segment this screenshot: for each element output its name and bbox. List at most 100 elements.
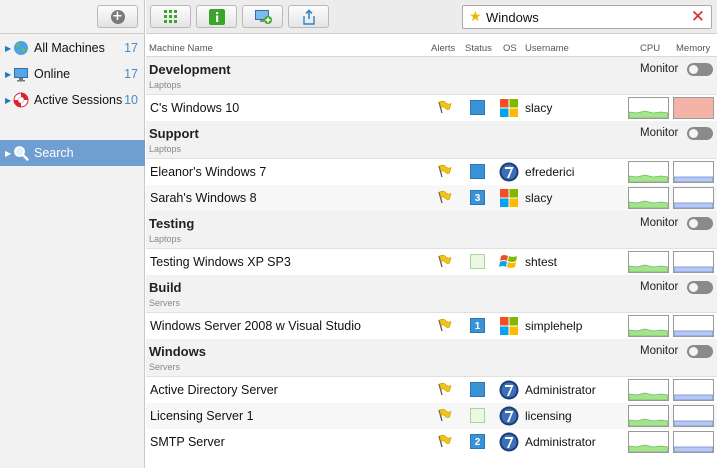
sidebar-item-count: 17: [124, 67, 138, 81]
windows-logo-icon: [500, 317, 518, 335]
group-header[interactable]: Windows Servers Monitor: [146, 339, 717, 377]
table-header: Machine Name Alerts Status OS Username C…: [146, 40, 717, 57]
windows-xp-logo-icon: [499, 255, 517, 268]
monitor-label: Monitor: [640, 127, 679, 139]
group-subtitle: Servers: [149, 362, 181, 372]
share-icon: [302, 8, 315, 25]
group-subtitle: Laptops: [149, 80, 182, 90]
table-row[interactable]: Sarah's Windows 8 3 slacy: [146, 185, 717, 211]
username: slacy: [525, 101, 553, 115]
column-header-memory[interactable]: Memory: [676, 43, 710, 54]
cpu-graph: [628, 315, 669, 337]
username: shtest: [525, 255, 558, 269]
add-screen-button[interactable]: [242, 5, 283, 28]
table-row[interactable]: Windows Server 2008 w Visual Studio 1 simp…: [146, 313, 717, 339]
table-row[interactable]: C's Windows 10 slacy: [146, 95, 717, 121]
toggle-knob: [689, 129, 698, 138]
table-row[interactable]: Active Directory Server Administrator: [146, 377, 717, 403]
monitor-toggle[interactable]: [687, 281, 713, 294]
group-header[interactable]: Testing Laptops Monitor: [146, 211, 717, 249]
flag-icon[interactable]: [436, 318, 452, 332]
flag-icon[interactable]: [436, 100, 452, 114]
expand-arrow-icon[interactable]: ▶: [5, 149, 11, 158]
group-subtitle: Servers: [149, 298, 181, 308]
sidebar-item-search[interactable]: ▶ Search: [0, 140, 145, 166]
expand-arrow-icon[interactable]: ▶: [5, 96, 11, 105]
table-row[interactable]: SMTP Server 2 Administrator: [146, 429, 717, 455]
plus-circle-icon: +: [110, 8, 125, 24]
grid-view-button[interactable]: [150, 5, 191, 28]
grid-icon: [163, 9, 177, 23]
toggle-knob: [689, 347, 698, 356]
monitor-toggle[interactable]: [687, 63, 713, 76]
status-indicator[interactable]: [470, 164, 485, 179]
sidebar-item-online[interactable]: ▶ Online 17: [0, 61, 145, 87]
monitor-label: Monitor: [640, 345, 679, 357]
monitor-toggle[interactable]: [687, 127, 713, 140]
machine-name: Eleanor's Windows 7: [150, 165, 267, 179]
lifebuoy-icon: [13, 92, 29, 108]
column-header-name[interactable]: Machine Name: [149, 43, 213, 54]
column-header-alerts[interactable]: Alerts: [431, 43, 455, 54]
flag-icon[interactable]: [436, 164, 452, 178]
status-indicator[interactable]: [470, 100, 485, 115]
machine-name: C's Windows 10: [150, 101, 240, 115]
status-indicator[interactable]: [470, 382, 485, 397]
flag-icon[interactable]: [436, 382, 452, 396]
add-group-button[interactable]: +: [97, 5, 138, 28]
group-subtitle: Laptops: [149, 234, 182, 244]
monitor-label: Monitor: [640, 281, 679, 293]
add-screen-icon: [254, 9, 272, 24]
flag-icon[interactable]: [436, 254, 452, 268]
status-indicator[interactable]: [470, 254, 485, 269]
machine-name: Sarah's Windows 8: [150, 191, 257, 205]
sidebar-item-all-machines[interactable]: ▶ All Machines 17: [0, 35, 145, 61]
share-button[interactable]: [288, 5, 329, 28]
username: licensing: [525, 409, 572, 423]
table-row[interactable]: Testing Windows XP SP3 shtest: [146, 249, 717, 275]
search-input[interactable]: [486, 8, 686, 26]
windows-7-logo-icon: [499, 162, 519, 182]
flag-icon[interactable]: [436, 408, 452, 422]
flag-icon[interactable]: [436, 190, 452, 204]
group-header[interactable]: Support Laptops Monitor: [146, 121, 717, 159]
clear-icon[interactable]: ✕: [691, 7, 705, 27]
toolbar: ★ ✕: [146, 0, 717, 34]
cpu-graph: [628, 187, 669, 209]
info-button[interactable]: [196, 5, 237, 28]
table-row[interactable]: Eleanor's Windows 7 efrederici: [146, 159, 717, 185]
column-header-username[interactable]: Username: [525, 43, 569, 54]
monitor-toggle[interactable]: [687, 345, 713, 358]
info-icon: [208, 8, 225, 25]
monitor-label: Monitor: [640, 63, 679, 75]
expand-arrow-icon[interactable]: ▶: [5, 70, 11, 79]
monitor-icon: [14, 68, 28, 82]
sidebar-item-count: 10: [124, 93, 138, 107]
toggle-knob: [689, 219, 698, 228]
machine-name: Windows Server 2008 w Visual Studio: [150, 319, 361, 333]
group-title: Build: [149, 280, 182, 295]
group-header[interactable]: Build Servers Monitor: [146, 275, 717, 313]
column-header-cpu[interactable]: CPU: [640, 43, 660, 54]
status-indicator[interactable]: 3: [470, 190, 485, 205]
column-header-os[interactable]: OS: [503, 43, 517, 54]
globe-icon: [14, 41, 28, 55]
search-box: ★ ✕: [462, 5, 712, 29]
status-indicator[interactable]: [470, 408, 485, 423]
windows-7-logo-icon: [499, 380, 519, 400]
cpu-graph: [628, 379, 669, 401]
table-row[interactable]: Licensing Server 1 licensing: [146, 403, 717, 429]
monitor-toggle[interactable]: [687, 217, 713, 230]
status-indicator[interactable]: 2: [470, 434, 485, 449]
sidebar: + ▶ All Machines 17 ▶ Online 17 ▶ Active…: [0, 0, 145, 468]
username: efrederici: [525, 165, 575, 179]
group-header[interactable]: Development Laptops Monitor: [146, 57, 717, 95]
star-icon[interactable]: ★: [469, 9, 482, 25]
column-header-status[interactable]: Status: [465, 43, 492, 54]
flag-icon[interactable]: [436, 434, 452, 448]
status-indicator[interactable]: 1: [470, 318, 485, 333]
sidebar-item-active-sessions[interactable]: ▶ Active Sessions 10: [0, 87, 145, 113]
toggle-knob: [689, 283, 698, 292]
group-title: Testing: [149, 216, 195, 231]
expand-arrow-icon[interactable]: ▶: [5, 44, 11, 53]
